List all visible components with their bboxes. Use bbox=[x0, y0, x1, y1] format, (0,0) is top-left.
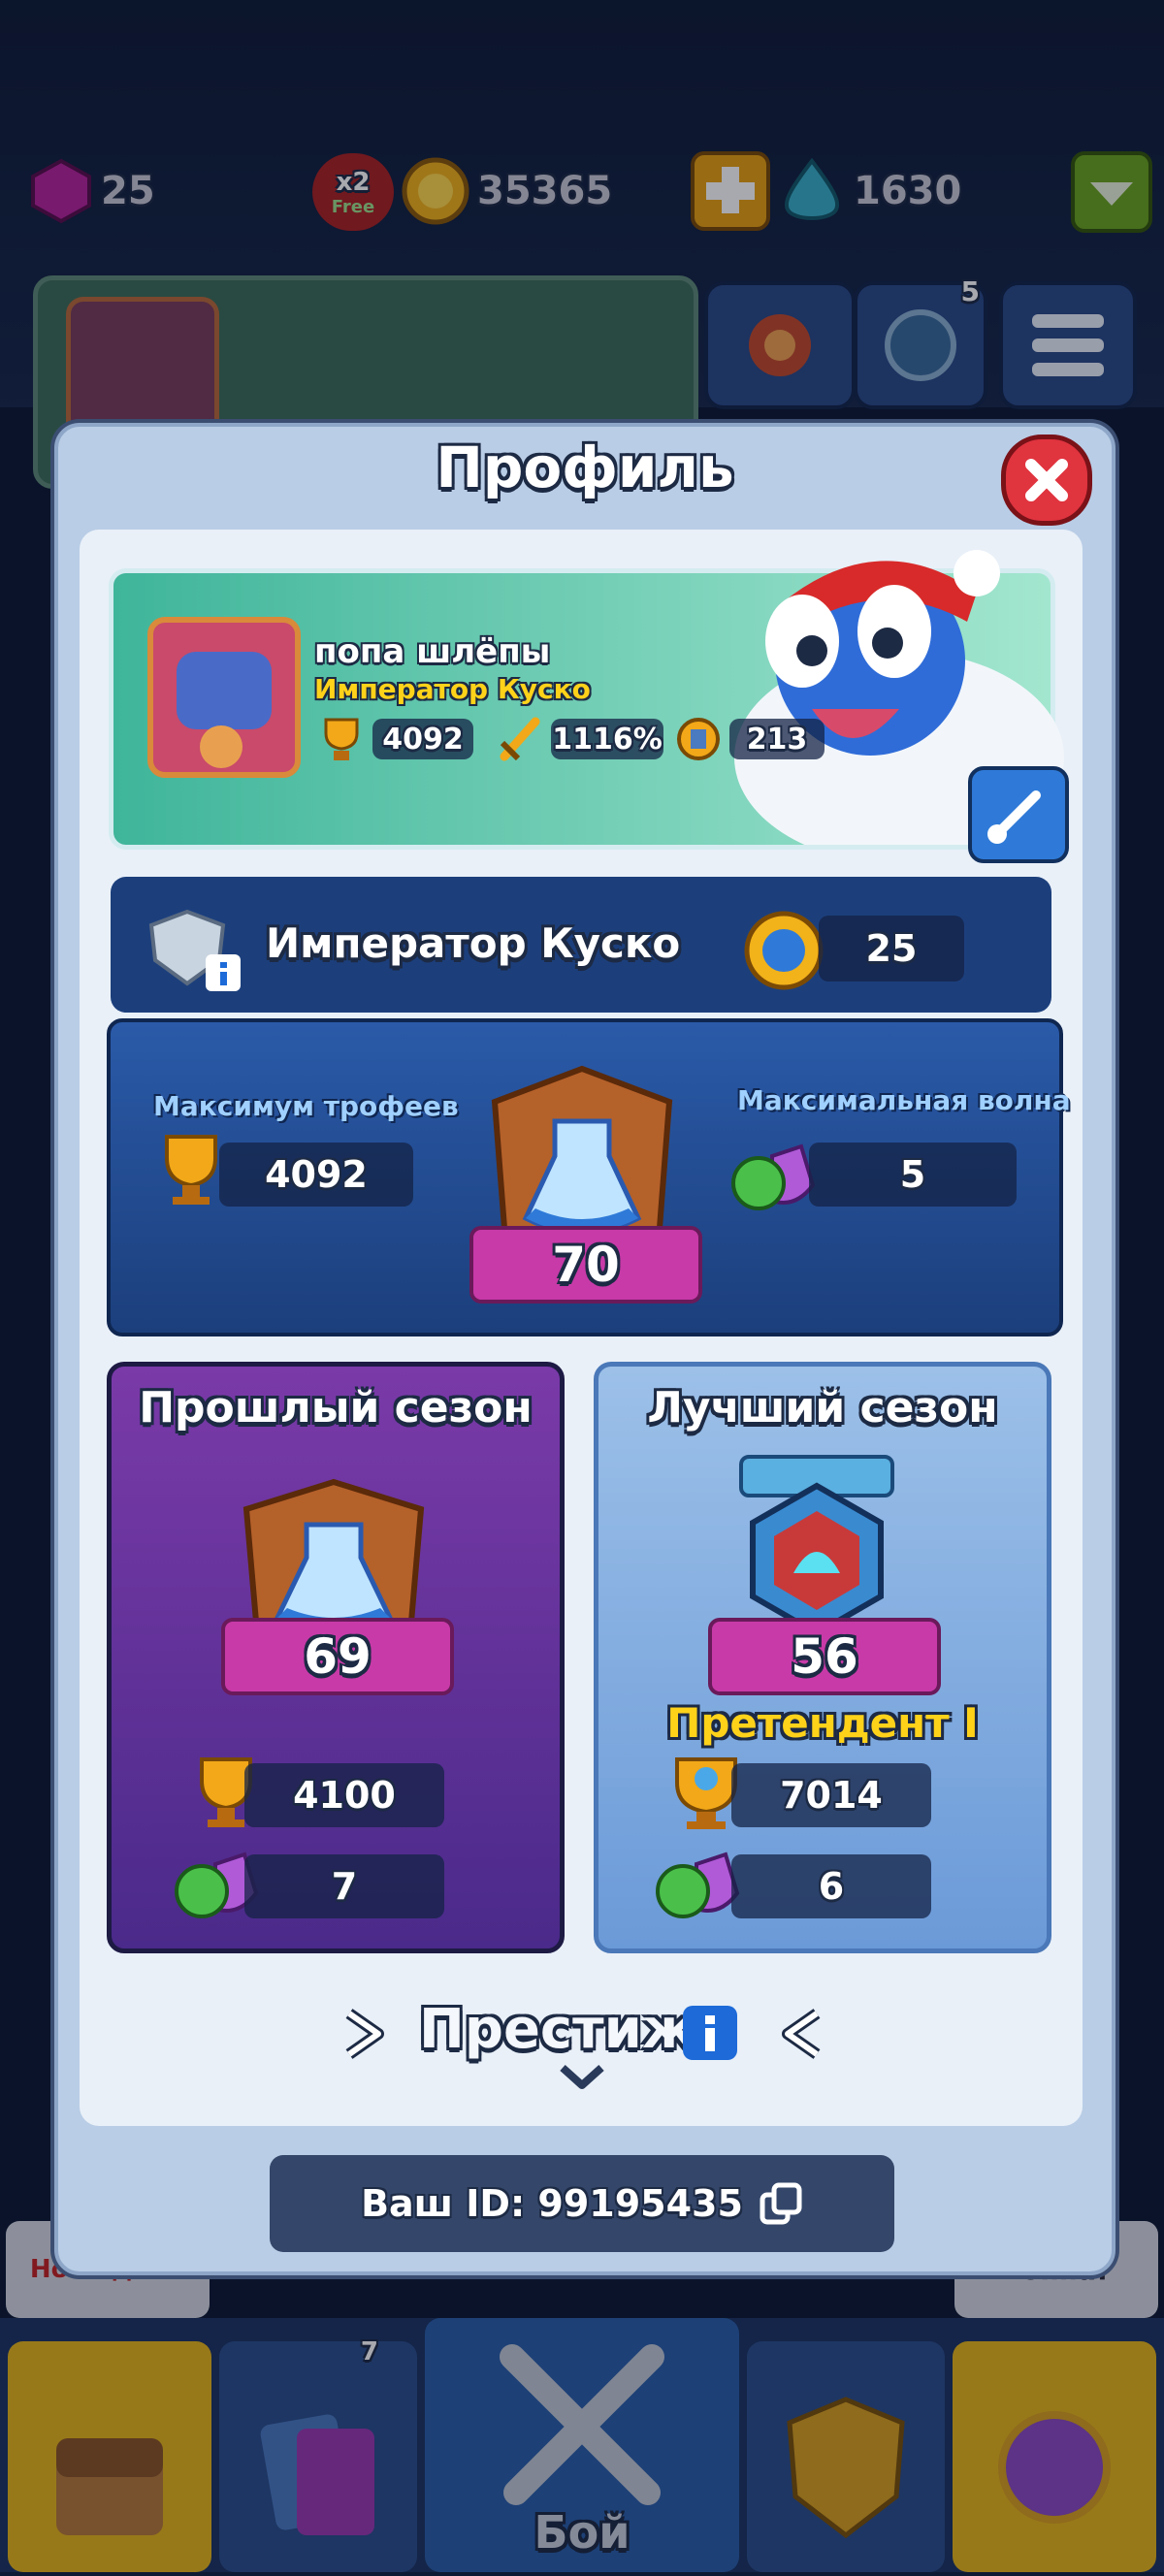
rank-name: Император Куско bbox=[266, 919, 681, 967]
chevron-right-icon bbox=[345, 2009, 384, 2059]
prestige-label[interactable]: Престиж bbox=[419, 1998, 696, 2061]
modal-title: Профиль bbox=[436, 435, 734, 500]
last-season-wave-value: 7 bbox=[244, 1854, 444, 1918]
max-wave-value: 5 bbox=[809, 1143, 1017, 1207]
banner-crit: 1116% bbox=[495, 714, 663, 764]
monsters-icon bbox=[731, 1143, 816, 1210]
rank-shield-icon bbox=[148, 909, 241, 991]
player-title: Император Куско bbox=[314, 673, 591, 705]
close-icon bbox=[1025, 459, 1068, 501]
rank-level: 25 bbox=[819, 916, 964, 982]
avatar-icon bbox=[177, 652, 272, 768]
paintbrush-icon bbox=[987, 790, 1041, 844]
rank-panel: Император Куско 25 bbox=[111, 877, 1051, 1013]
info-icon bbox=[705, 2015, 715, 2051]
max-trophies-value: 4092 bbox=[219, 1143, 413, 1207]
best-season-trophies-value: 7014 bbox=[731, 1763, 931, 1827]
rank-info-button[interactable] bbox=[144, 906, 241, 991]
player-id-text: Ваш ID: 99195435 bbox=[361, 2182, 743, 2225]
last-season-title: Прошлый сезон bbox=[139, 1383, 533, 1433]
prestige-info-button[interactable] bbox=[683, 2006, 737, 2060]
copy-icon[interactable] bbox=[759, 2181, 803, 2226]
close-button[interactable] bbox=[1001, 435, 1092, 526]
player-name: попа шлёпы bbox=[314, 632, 551, 671]
max-wave-label: Максимальная волна bbox=[737, 1084, 1071, 1116]
best-season-title: Лучший сезон bbox=[647, 1383, 998, 1433]
last-season-trophies-value: 4100 bbox=[244, 1763, 444, 1827]
best-season-wave-value: 6 bbox=[731, 1854, 931, 1918]
best-season-league-value: 56 bbox=[791, 1628, 858, 1685]
best-season-rank-title: Претендент I bbox=[666, 1699, 979, 1747]
banner-crit-value: 1116% bbox=[551, 719, 663, 759]
last-season-ribbon: 69 bbox=[221, 1618, 454, 1695]
card-deck-icon bbox=[677, 718, 720, 760]
best-season-ribbon: 56 bbox=[708, 1618, 941, 1695]
current-league-ribbon: 70 bbox=[469, 1226, 702, 1304]
sword-icon bbox=[500, 717, 540, 761]
banner-cards-value: 213 bbox=[729, 719, 824, 759]
edit-banner-button[interactable] bbox=[968, 766, 1069, 863]
player-avatar[interactable] bbox=[147, 617, 301, 778]
current-league-value: 70 bbox=[552, 1237, 620, 1293]
chevron-down-icon[interactable] bbox=[553, 2058, 611, 2097]
level-medal-icon bbox=[744, 911, 824, 990]
max-trophies-label: Максимум трофеев bbox=[153, 1090, 459, 1122]
banner-cards: 213 bbox=[673, 714, 824, 764]
banner-trophies-value: 4092 bbox=[372, 719, 473, 759]
trophy-icon bbox=[324, 718, 359, 760]
trophy-icon bbox=[165, 1135, 217, 1205]
player-id-bar[interactable]: Ваш ID: 99195435 bbox=[270, 2155, 894, 2252]
banner-trophies: 4092 bbox=[316, 714, 473, 764]
chevron-left-icon bbox=[782, 2009, 821, 2059]
last-season-league-value: 69 bbox=[304, 1628, 372, 1685]
